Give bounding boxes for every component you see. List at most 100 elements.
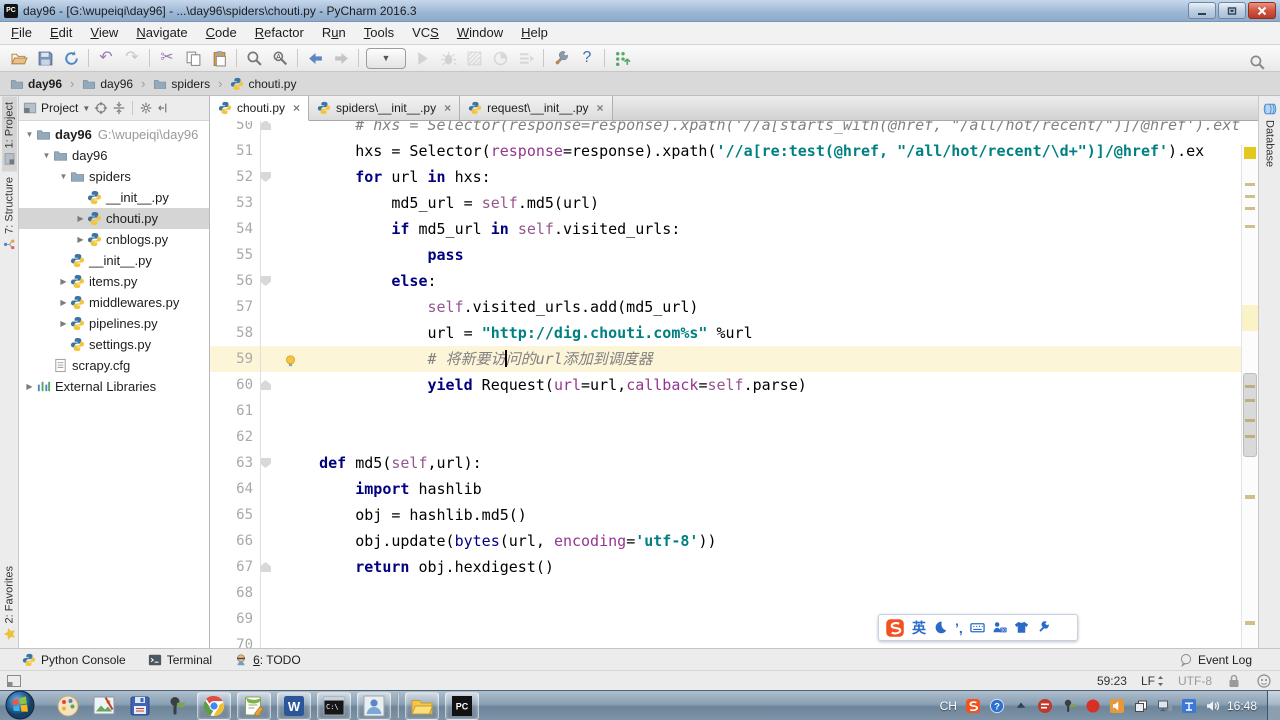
code-line-58[interactable]: 58 url = "http://dig.chouti.com%s" %url [210, 320, 1258, 346]
editor-tab[interactable]: chouti.py× [210, 96, 309, 121]
chevron-collapsed-icon[interactable]: ▶ [74, 214, 87, 223]
code-line-59[interactable]: 59 # 将新要访问的url添加到调度器 [210, 346, 1258, 372]
code-line-55[interactable]: 55 pass [210, 242, 1258, 268]
tool-window-button-6-todo[interactable]: 6: TODO [234, 653, 301, 667]
line-separator-selector[interactable]: LF [1141, 674, 1164, 688]
tray-ime-blue-icon[interactable] [1181, 698, 1197, 714]
open-file-button[interactable] [6, 46, 32, 70]
code-line-65[interactable]: 65 obj = hashlib.md5() [210, 502, 1258, 528]
tree-item-external-libraries[interactable]: ▶External Libraries [19, 376, 209, 397]
collapse-all-icon[interactable] [112, 101, 126, 115]
chevron-collapsed-icon[interactable]: ▶ [74, 235, 87, 244]
code-line-53[interactable]: 53 md5_url = self.md5(url) [210, 190, 1258, 216]
code-line-64[interactable]: 64 import hashlib [210, 476, 1258, 502]
breadcrumb-item[interactable]: spiders [151, 77, 212, 91]
code-line-62[interactable]: 62 [210, 424, 1258, 450]
editor-tab[interactable]: spiders\__init__.py× [309, 96, 460, 120]
close-button[interactable] [1248, 2, 1276, 19]
tray-qhelp-icon[interactable]: ? [989, 698, 1005, 714]
tree-item-items-py[interactable]: ▶items.py [19, 271, 209, 292]
paste-button[interactable] [206, 46, 232, 70]
code-line-54[interactable]: 54 if md5_url in self.visited_urls: [210, 216, 1258, 242]
ime-moon-icon[interactable] [933, 620, 948, 635]
code-line-50[interactable]: 50 # hxs = Selector(response=response).x… [210, 121, 1258, 138]
tree-item-scrapy-cfg[interactable]: scrapy.cfg [19, 355, 209, 376]
ime-language-mode[interactable]: 英 [912, 621, 926, 635]
menu-window[interactable]: Window [448, 22, 512, 44]
taskbar-app-paint[interactable] [53, 693, 83, 719]
chevron-down-icon[interactable]: ▼ [82, 104, 90, 113]
taskbar-app-word[interactable]: W [277, 692, 311, 720]
editor-scrollbar[interactable] [1241, 145, 1258, 648]
chevron-expanded-icon[interactable]: ▼ [57, 172, 70, 181]
tray-chev-icon[interactable] [1013, 698, 1029, 714]
replace-button[interactable]: A [267, 46, 293, 70]
code-editor[interactable]: 50 # hxs = Selector(response=response).x… [210, 121, 1258, 648]
stripe-tab-7-structure[interactable]: 7: Structure [2, 171, 17, 257]
breadcrumb-item[interactable]: day96 [80, 77, 135, 91]
sogou-logo-icon[interactable] [885, 618, 905, 638]
menu-code[interactable]: Code [197, 22, 246, 44]
fold-marker-icon[interactable] [260, 562, 271, 572]
fold-marker-icon[interactable] [260, 458, 271, 468]
tray-vol-orange-icon[interactable] [1109, 698, 1125, 714]
editor-tab[interactable]: request\__init__.py× [460, 96, 612, 120]
menu-tools[interactable]: Tools [355, 22, 403, 44]
tray-record-icon[interactable] [1085, 698, 1101, 714]
gear-icon[interactable] [139, 101, 153, 115]
tree-item-__init__-py[interactable]: __init__.py [19, 250, 209, 271]
taskbar-clock[interactable]: 16:48 [1227, 699, 1257, 713]
tree-item-pipelines-py[interactable]: ▶pipelines.py [19, 313, 209, 334]
chevron-expanded-icon[interactable]: ▼ [23, 130, 36, 139]
code-line-52[interactable]: 52 for url in hxs: [210, 164, 1258, 190]
tool-window-button-python-console[interactable]: Python Console [22, 653, 126, 667]
caret-position[interactable]: 59:23 [1097, 674, 1127, 688]
code-line-51[interactable]: 51 hxs = Selector(response=response).xpa… [210, 138, 1258, 164]
cut-button[interactable]: ✂ [154, 46, 180, 70]
commit-changes-button[interactable] [609, 46, 635, 70]
stripe-tab-2-favorites[interactable]: 2: Favorites [2, 560, 17, 646]
taskbar-app-pycharm[interactable]: PC [445, 692, 479, 720]
copy-button[interactable] [180, 46, 206, 70]
close-icon[interactable]: × [444, 101, 451, 115]
fold-marker-icon[interactable] [260, 380, 271, 390]
tray-pin-icon[interactable] [1061, 698, 1077, 714]
ime-keyboard-icon[interactable] [970, 620, 985, 635]
taskbar-app-explorer[interactable] [405, 692, 439, 720]
code-line-70[interactable]: 70 [210, 632, 1258, 648]
fold-marker-icon[interactable] [260, 121, 271, 130]
breadcrumb-item[interactable]: chouti.py [228, 77, 298, 91]
code-line-56[interactable]: 56 else: [210, 268, 1258, 294]
undo-button[interactable]: ↶ [93, 46, 119, 70]
tree-item-middlewares-py[interactable]: ▶middlewares.py [19, 292, 209, 313]
taskbar-app-image-tool[interactable] [89, 693, 119, 719]
file-encoding[interactable]: UTF-8 [1178, 674, 1212, 688]
tray-language-indicator[interactable]: CH [940, 699, 957, 713]
find-button[interactable] [241, 46, 267, 70]
code-line-61[interactable]: 61 [210, 398, 1258, 424]
tool-window-button-event-log[interactable]: Event Log [1179, 653, 1252, 667]
tray-sogou-icon[interactable] [965, 698, 981, 714]
chevron-expanded-icon[interactable]: ▼ [40, 151, 53, 160]
tree-item-settings-py[interactable]: settings.py [19, 334, 209, 355]
menu-help[interactable]: Help [512, 22, 557, 44]
minimize-button[interactable] [1188, 2, 1216, 19]
forward-button[interactable] [328, 46, 354, 70]
tree-item-day96[interactable]: ▼day96G:\wupeiqi\day96 [19, 124, 209, 145]
menu-edit[interactable]: Edit [41, 22, 81, 44]
taskbar-app-chrome[interactable] [197, 692, 231, 720]
search-everywhere-icon[interactable] [1244, 50, 1270, 74]
code-line-66[interactable]: 66 obj.update(bytes(url, encoding='utf-8… [210, 528, 1258, 554]
tree-item-cnblogs-py[interactable]: ▶cnblogs.py [19, 229, 209, 250]
save-all-button[interactable] [32, 46, 58, 70]
tool-window-switcher-icon[interactable] [6, 673, 22, 689]
fold-marker-icon[interactable] [260, 276, 271, 286]
fold-marker-icon[interactable] [260, 172, 271, 182]
tray-vol-icon[interactable] [1205, 698, 1221, 714]
tree-item-spiders[interactable]: ▼spiders [19, 166, 209, 187]
taskbar-app-notepadpp[interactable] [237, 692, 271, 720]
hector-inspections-icon[interactable] [1256, 673, 1272, 689]
run-concurrency-button[interactable] [513, 46, 539, 70]
redo-button[interactable]: ↷ [119, 46, 145, 70]
chevron-collapsed-icon[interactable]: ▶ [57, 298, 70, 307]
